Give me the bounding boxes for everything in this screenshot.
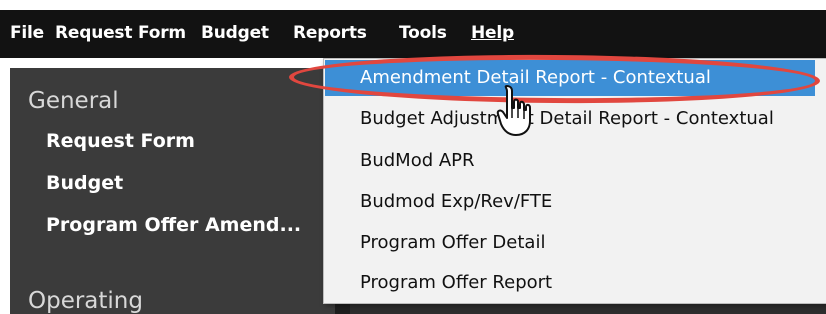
menu-file[interactable]: File bbox=[10, 18, 44, 48]
report-menu-item-program-offer-detail[interactable]: Program Offer Detail bbox=[325, 225, 815, 261]
menu-reports[interactable]: Reports bbox=[293, 18, 367, 48]
report-menu-item-budmod-apr[interactable]: BudMod APR bbox=[325, 143, 815, 179]
menu-budget[interactable]: Budget bbox=[201, 18, 269, 48]
sidebar-item-request-form[interactable]: Request Form bbox=[46, 130, 195, 152]
main-menubar: File Request Form Budget Reports Tools H… bbox=[0, 10, 826, 58]
sidebar-section-general: General bbox=[28, 88, 119, 114]
menu-request-form[interactable]: Request Form bbox=[55, 18, 186, 48]
application-window: File Request Form Budget Reports Tools H… bbox=[0, 0, 826, 314]
window-top-strip bbox=[0, 0, 826, 10]
menu-help[interactable]: Help bbox=[471, 18, 514, 48]
sidebar: General Request Form Budget Program Offe… bbox=[10, 68, 335, 314]
report-menu-item-program-offer-report[interactable]: Program Offer Report bbox=[325, 265, 815, 301]
report-menu-item-amendment-detail[interactable]: Amendment Detail Report - Contextual bbox=[325, 60, 815, 96]
report-menu-item-budmod-exp-rev-fte[interactable]: Budmod Exp/Rev/FTE bbox=[325, 184, 815, 220]
sidebar-item-budget[interactable]: Budget bbox=[46, 172, 123, 194]
sidebar-section-operating: Operating bbox=[28, 288, 143, 314]
menu-tools[interactable]: Tools bbox=[399, 18, 447, 48]
reports-dropdown-menu: Amendment Detail Report - Contextual Bud… bbox=[323, 58, 826, 304]
report-menu-item-budget-adjustment-detail[interactable]: Budget Adjustment Detail Report - Contex… bbox=[325, 101, 815, 137]
sidebar-item-program-offer-amend[interactable]: Program Offer Amend... bbox=[46, 214, 301, 236]
